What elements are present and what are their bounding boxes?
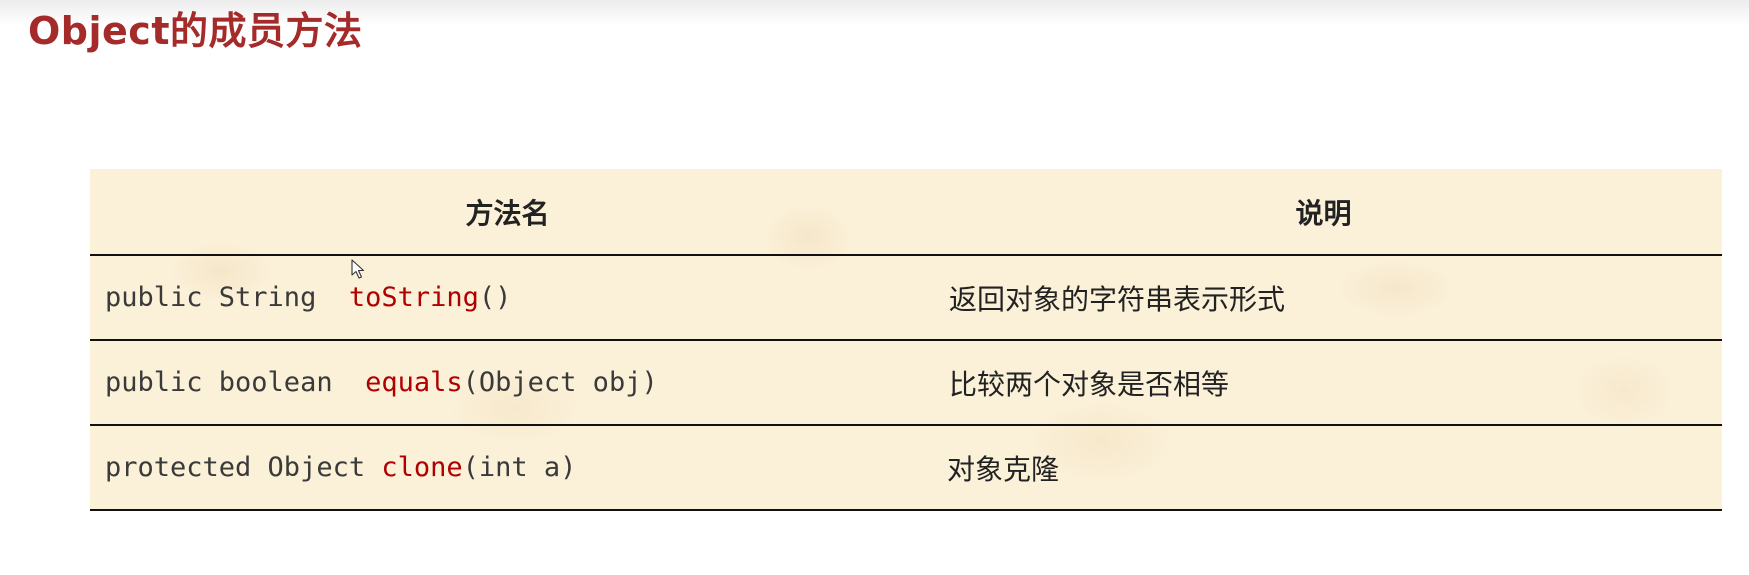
methods-table: 方法名 说明 public String toString() 返回对象的字符串… (90, 169, 1722, 511)
method-signature: protected Object clone(int a) (90, 425, 925, 511)
table-row: protected Object clone(int a) 对象克隆 (90, 425, 1722, 511)
method-name: toString (348, 282, 479, 313)
method-name: equals (365, 367, 463, 398)
method-description: 比较两个对象是否相等 (925, 340, 1722, 426)
mouse-pointer-icon (351, 259, 365, 279)
method-signature: public boolean equals(Object obj) (90, 340, 925, 426)
page-title: Object的成员方法 (28, 9, 363, 53)
method-params: (Object obj) (462, 367, 658, 398)
method-params: () (478, 282, 512, 313)
description-header: 说明 (925, 169, 1722, 256)
method-name-header: 方法名 (90, 169, 925, 256)
method-signature: public String toString() (90, 255, 925, 341)
table-row: public String toString() 返回对象的字符串表示形式 (90, 255, 1722, 341)
method-prefix: protected Object (105, 452, 382, 483)
table-row: public boolean equals(Object obj) 比较两个对象… (90, 340, 1722, 426)
method-description: 返回对象的字符串表示形式 (925, 255, 1722, 341)
method-name: clone (381, 452, 463, 483)
method-prefix: public String (105, 282, 349, 313)
table-header-row: 方法名 说明 (90, 169, 1722, 256)
method-prefix: public boolean (105, 367, 366, 398)
method-description: 对象克隆 (925, 425, 1722, 511)
method-params: (int a) (462, 452, 577, 483)
